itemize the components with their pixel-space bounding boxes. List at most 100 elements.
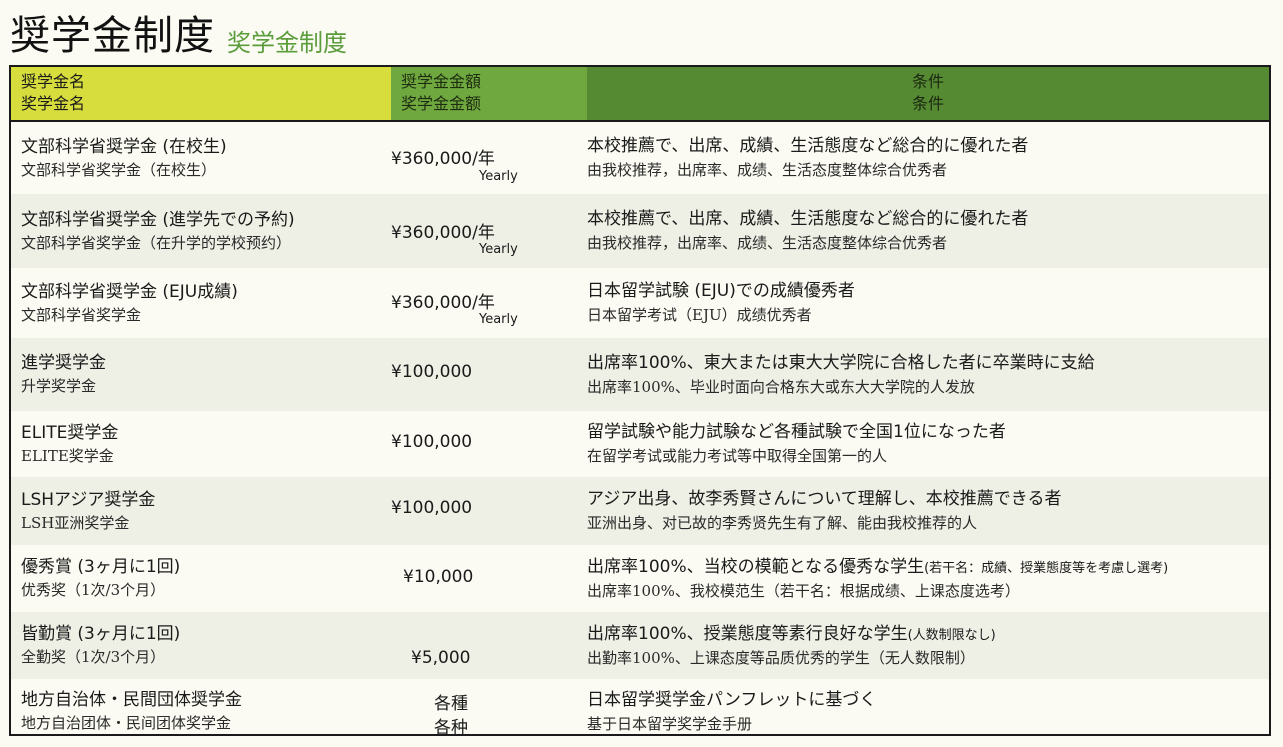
header-condition-cell: 条件 条件 xyxy=(587,67,1269,120)
scholarship-name-zh: 文部科学省奖学金 xyxy=(21,305,142,324)
condition-cell: 日本留学奨学金パンフレットに基づく 基于日本留学奖学金手册 xyxy=(587,689,1269,735)
amount-unit: Yearly xyxy=(479,242,518,257)
header-amount-ja: 奨学金金額 xyxy=(401,72,482,91)
amount-cell: ¥100,000 xyxy=(391,338,587,411)
amount-cell: ¥360,000/年 Yearly xyxy=(391,122,587,194)
condition-ja: アジア出身、故李秀賢さんについて理解し、本校推薦できる者 xyxy=(587,488,1269,512)
table-row: 進学奨学金 升学奖学金 ¥100,000 出席率100%、東大または東大大学院に… xyxy=(11,338,1269,411)
scholarship-name-ja: 文部科学省奨学金 (進学先での予約) xyxy=(21,209,295,230)
header-name-ja: 奨学金名 xyxy=(21,72,86,91)
condition-ja-main: 本校推薦で、出席、成績、生活態度など総合的に優れた者 xyxy=(587,136,1029,156)
page-subtitle: 奖学金制度 xyxy=(227,29,347,57)
page-title: 奨学金制度 xyxy=(10,13,215,59)
condition-ja-main: 日本留学奨学金パンフレットに基づく xyxy=(587,689,877,710)
scholarship-name-zh: 文部科学省奖学金（在升学的学校预约） xyxy=(21,233,292,252)
table-row: 文部科学省奨学金 (進学先での予約) 文部科学省奖学金（在升学的学校预约） ¥3… xyxy=(11,194,1269,268)
condition-zh: 在留学考试或能力考试等中取得全国第一的人 xyxy=(587,447,888,465)
header-condition-zh: 条件 xyxy=(911,94,944,113)
condition-cell: 出席率100%、東大または東大大学院に合格した者に卒業時に支給 出席率100%、… xyxy=(587,352,1269,398)
scholarship-name-ja: 優秀賞 (3ヶ月に1回) xyxy=(21,557,181,577)
scholarship-name-ja: 皆勤賞 (3ヶ月に1回) xyxy=(21,624,181,644)
amount-cell: ¥5,000 xyxy=(391,612,587,679)
condition-cell: 出席率100%、授業態度等素行良好な学生(人数制限なし) 出勤率100%、上课态… xyxy=(587,623,1269,669)
amount-value: ¥100,000 xyxy=(391,432,473,452)
scholarship-name-cell: 皆勤賞 (3ヶ月に1回) 全勤奖（1次/3个月） xyxy=(11,623,391,668)
condition-zh: 基于日本留学奖学金手册 xyxy=(587,714,753,733)
amount-cell: ¥360,000/年 Yearly xyxy=(391,268,587,338)
table-row: 文部科学省奨学金 (在校生) 文部科学省奖学金（在校生） ¥360,000/年 … xyxy=(11,122,1269,194)
header-name-zh: 奖学金名 xyxy=(21,94,86,113)
amount-value: ¥10,000 xyxy=(403,567,474,587)
condition-cell: 日本留学試験 (EJU)での成績優秀者 日本留学考试（EJU）成绩优秀者 xyxy=(587,280,1269,326)
amount-value: 各種 xyxy=(434,694,468,714)
table-row: LSHアジア奨学金 LSH亚洲奖学金 ¥100,000 アジア出身、故李秀賢さん… xyxy=(11,477,1269,545)
scholarship-name-cell: 地方自治体・民間団体奨学金 地方自治团体・民间团体奖学金 xyxy=(11,689,391,734)
condition-ja-main: アジア出身、故李秀賢さんについて理解し、本校推薦できる者 xyxy=(587,489,1062,509)
amount-value: ¥360,000/年 xyxy=(391,223,495,243)
condition-ja-note: (人数制限なし) xyxy=(907,627,996,643)
header-amount-zh: 奖学金金额 xyxy=(401,94,482,113)
scholarship-name-cell: 文部科学省奨学金 (在校生) 文部科学省奖学金（在校生） xyxy=(11,136,391,181)
scholarship-name-cell: 文部科学省奨学金 (EJU成績) 文部科学省奖学金 xyxy=(11,281,391,326)
condition-zh: 出席率100%、我校模范生（若干名：根据成绩、上课态度选考） xyxy=(587,581,1020,600)
amount-value: ¥360,000/年 xyxy=(391,293,495,313)
condition-ja: 本校推薦で、出席、成績、生活態度など総合的に優れた者 xyxy=(587,208,1269,232)
scholarship-table: 奨学金名 奖学金名 奨学金金額 奖学金金额 条件 条件 文部科学省奨学金 (在校… xyxy=(9,65,1271,738)
amount-value: ¥100,000 xyxy=(391,362,473,382)
scholarship-name-cell: ELITE奨学金 ELITE奖学金 xyxy=(11,422,391,467)
page-header: 奨学金制度 奖学金制度 xyxy=(10,2,347,62)
condition-zh: 亚洲出身、对已故的李秀贤先生有了解、能由我校推荐的人 xyxy=(587,514,978,532)
scholarship-name-cell: 文部科学省奨学金 (進学先での予約) 文部科学省奖学金（在升学的学校预约） xyxy=(11,209,391,254)
scholarship-name-zh: 优秀奖（1次/3个月） xyxy=(21,581,166,599)
header-amount-cell: 奨学金金額 奖学金金额 xyxy=(391,67,587,120)
amount-cell: ¥360,000/年 Yearly xyxy=(391,194,587,268)
scholarship-name-ja: 文部科学省奨学金 (在校生) xyxy=(21,136,227,157)
condition-zh: 日本留学考试（EJU）成绩优秀者 xyxy=(587,306,812,324)
condition-zh: 出勤率100%、上课态度等品质优秀的学生（无人数限制） xyxy=(587,648,975,667)
header-name-cell: 奨学金名 奖学金名 xyxy=(11,67,391,120)
condition-zh: 由我校推荐，出席率、成绩、生活态度整体综合优秀者 xyxy=(587,234,948,252)
condition-ja: 日本留学奨学金パンフレットに基づく xyxy=(587,689,1269,713)
amount-cell: ¥10,000 xyxy=(391,545,587,612)
amount-value: ¥360,000/年 xyxy=(391,149,495,169)
scholarship-name-ja: 進学奨学金 xyxy=(21,353,106,373)
amount-cell: 各種 各种 xyxy=(391,679,587,744)
header-condition-ja: 条件 xyxy=(911,72,944,91)
condition-ja: 留学試験や能力試験など各種試験で全国1位になった者 xyxy=(587,421,1269,445)
condition-ja: 出席率100%、東大または東大大学院に合格した者に卒業時に支給 xyxy=(587,352,1269,376)
condition-ja-main: 本校推薦で、出席、成績、生活態度など総合的に優れた者 xyxy=(587,209,1029,229)
table-header: 奨学金名 奖学金名 奨学金金額 奖学金金额 条件 条件 xyxy=(11,67,1269,122)
condition-ja: 本校推薦で、出席、成績、生活態度など総合的に優れた者 xyxy=(587,135,1269,159)
condition-ja: 出席率100%、当校の模範となる優秀な学生(若干名：成績、授業態度等を考慮し選考… xyxy=(587,556,1269,580)
table-row: 文部科学省奨学金 (EJU成績) 文部科学省奖学金 ¥360,000/年 Yea… xyxy=(11,268,1269,338)
scholarship-name-ja: 地方自治体・民間団体奨学金 xyxy=(21,690,242,710)
condition-ja: 日本留学試験 (EJU)での成績優秀者 xyxy=(587,280,1269,304)
scholarship-name-zh: 全勤奖（1次/3个月） xyxy=(21,648,166,666)
condition-zh: 由我校推荐，出席率、成绩、生活态度整体综合优秀者 xyxy=(587,161,948,179)
scholarship-name-zh: 地方自治团体・民间团体奖学金 xyxy=(21,714,232,732)
condition-ja: 出席率100%、授業態度等素行良好な学生(人数制限なし) xyxy=(587,623,1269,647)
condition-cell: 本校推薦で、出席、成績、生活態度など総合的に優れた者 由我校推荐，出席率、成绩、… xyxy=(587,135,1269,181)
amount-value: ¥100,000 xyxy=(391,498,473,518)
condition-ja-main: 出席率100%、東大または東大大学院に合格した者に卒業時に支給 xyxy=(587,352,1095,373)
condition-ja-note: (若干名：成績、授業態度等を考慮し選考) xyxy=(924,560,1169,576)
scholarship-name-ja: 文部科学省奨学金 (EJU成績) xyxy=(21,281,238,302)
scholarship-name-zh: LSH亚洲奖学金 xyxy=(21,513,130,532)
condition-cell: 留学試験や能力試験など各種試験で全国1位になった者 在留学考试或能力考试等中取得… xyxy=(587,421,1269,467)
condition-zh: 出席率100%、毕业时面向合格东大或东大大学院的人发放 xyxy=(587,377,975,396)
condition-ja-main: 出席率100%、授業態度等素行良好な学生 xyxy=(587,623,908,644)
condition-cell: 本校推薦で、出席、成績、生活態度など総合的に優れた者 由我校推荐，出席率、成绩、… xyxy=(587,208,1269,254)
table-row: 地方自治体・民間団体奨学金 地方自治团体・民间团体奖学金 各種 各种 日本留学奨… xyxy=(11,679,1269,744)
scholarship-name-cell: 優秀賞 (3ヶ月に1回) 优秀奖（1次/3个月） xyxy=(11,556,391,601)
amount-value: ¥5,000 xyxy=(411,648,471,668)
condition-ja-main: 出席率100%、当校の模範となる優秀な学生 xyxy=(587,556,925,577)
condition-ja-main: 留学試験や能力試験など各種試験で全国1位になった者 xyxy=(587,422,1006,442)
amount-unit: Yearly xyxy=(479,312,518,327)
amount-cell: ¥100,000 xyxy=(391,477,587,545)
table-row: 皆勤賞 (3ヶ月に1回) 全勤奖（1次/3个月） ¥5,000 出席率100%、… xyxy=(11,612,1269,679)
scholarship-name-cell: LSHアジア奨学金 LSH亚洲奖学金 xyxy=(11,489,391,534)
amount-unit: 各种 xyxy=(434,718,468,738)
scholarship-name-zh: ELITE奖学金 xyxy=(21,446,114,465)
amount-cell: ¥100,000 xyxy=(391,411,587,477)
table-row: ELITE奨学金 ELITE奖学金 ¥100,000 留学試験や能力試験など各種… xyxy=(11,411,1269,477)
